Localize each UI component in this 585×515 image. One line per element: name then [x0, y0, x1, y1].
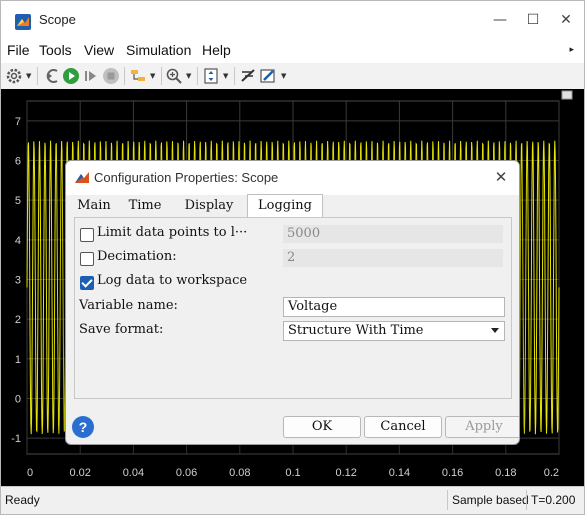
- title-bar: Scope — ☐ ✕: [1, 1, 584, 39]
- status-text: Ready: [5, 493, 40, 507]
- matlab-icon: [75, 172, 89, 183]
- x-tick-label: 0.1: [285, 467, 300, 479]
- minimize-button[interactable]: —: [488, 9, 512, 31]
- time-indicator: T=0.200: [526, 490, 575, 510]
- logging-panel: Limit data points to l··· 5000 Decimatio…: [74, 217, 512, 399]
- help-button[interactable]: ?: [72, 416, 94, 438]
- toolbar-separator: [197, 67, 198, 85]
- x-tick-label: 0.02: [69, 467, 90, 479]
- menu-help[interactable]: Help: [202, 42, 231, 58]
- tab-time[interactable]: Time: [122, 195, 168, 217]
- step-forward-icon[interactable]: [82, 67, 100, 85]
- scale-axes-dropdown-icon[interactable]: ▼: [223, 72, 228, 80]
- save-format-value: Structure With Time: [288, 323, 424, 338]
- x-tick-label: 0.18: [495, 467, 516, 479]
- apply-button[interactable]: Apply: [445, 416, 519, 438]
- x-tick-label: 0: [27, 467, 33, 479]
- cursor-measure-icon[interactable]: [239, 67, 257, 85]
- tab-display[interactable]: Display: [174, 195, 244, 217]
- log-data-label: Log data to workspace: [97, 273, 248, 288]
- stop-icon[interactable]: [102, 67, 120, 85]
- dialog-close-button[interactable]: ✕: [491, 167, 511, 187]
- decimation-checkbox[interactable]: [80, 252, 94, 266]
- close-button[interactable]: ✕: [554, 9, 578, 31]
- limit-data-points-field: 5000: [283, 225, 503, 243]
- cancel-button[interactable]: Cancel: [364, 416, 442, 438]
- y-tick-label: 7: [15, 116, 21, 128]
- maximize-button[interactable]: ☐: [521, 9, 545, 31]
- gear-icon[interactable]: [5, 67, 23, 85]
- x-tick-label: 0.16: [442, 467, 463, 479]
- configuration-dialog: Configuration Properties: Scope ✕ Main T…: [65, 160, 520, 445]
- y-tick-label: 0: [15, 393, 21, 405]
- limit-data-points-label: Limit data points to l···: [97, 225, 248, 240]
- menu-file[interactable]: File: [7, 42, 30, 58]
- highlight-dropdown-icon[interactable]: ▼: [150, 72, 155, 80]
- highlight-icon[interactable]: [129, 67, 147, 85]
- expand-legend-icon[interactable]: [561, 90, 573, 100]
- matlab-icon: [15, 14, 31, 30]
- menu-bar: File Tools View Simulation Help ▸: [1, 39, 584, 63]
- variable-name-label: Variable name:: [79, 298, 178, 313]
- y-tick-label: 2: [15, 314, 21, 326]
- ok-button[interactable]: OK: [283, 416, 361, 438]
- variable-name-input[interactable]: Voltage: [283, 297, 505, 317]
- sample-mode-indicator: Sample based: [447, 490, 529, 510]
- x-tick-label: 0.08: [229, 467, 250, 479]
- dialog-title: Configuration Properties: Scope: [94, 170, 279, 185]
- toolbar-separator: [37, 67, 38, 85]
- menu-simulation[interactable]: Simulation: [126, 42, 191, 58]
- x-tick-label: 0.04: [123, 467, 144, 479]
- dialog-title-bar: Configuration Properties: Scope ✕: [66, 161, 519, 195]
- x-tick-label: 0.14: [389, 467, 410, 479]
- scale-axes-icon[interactable]: [202, 67, 220, 85]
- x-tick-label: 0.06: [176, 467, 197, 479]
- status-bar: Ready Sample based T=0.200: [1, 486, 584, 514]
- stop-back-icon[interactable]: [42, 67, 60, 85]
- y-tick-label: 1: [15, 354, 21, 366]
- gear-dropdown-icon[interactable]: ▼: [26, 72, 31, 80]
- x-tick-label: 0.12: [335, 467, 356, 479]
- save-format-select[interactable]: Structure With Time: [283, 321, 505, 341]
- decimation-label: Decimation:: [97, 249, 177, 264]
- scope-window: Scope — ☐ ✕ File Tools View Simulation H…: [0, 0, 585, 515]
- save-format-label: Save format:: [79, 322, 164, 337]
- toolbar-separator: [161, 67, 162, 85]
- zoom-icon[interactable]: [165, 67, 183, 85]
- limit-data-points-checkbox[interactable]: [80, 228, 94, 242]
- y-tick-label: 5: [15, 195, 21, 207]
- zoom-dropdown-icon[interactable]: ▼: [186, 72, 191, 80]
- menu-overflow-icon[interactable]: ▸: [569, 45, 574, 55]
- y-tick-label: 3: [15, 274, 21, 286]
- y-tick-label: 4: [15, 235, 21, 247]
- x-tick-label: 0.2: [544, 467, 559, 479]
- toolbar-separator: [124, 67, 125, 85]
- tab-main[interactable]: Main: [72, 195, 116, 217]
- y-tick-label: -1: [11, 433, 21, 445]
- style-icon[interactable]: [259, 67, 277, 85]
- toolbar-separator: [234, 67, 235, 85]
- style-dropdown-icon[interactable]: ▼: [281, 72, 286, 80]
- menu-tools[interactable]: Tools: [39, 42, 72, 58]
- log-data-checkbox[interactable]: [80, 276, 94, 290]
- decimation-field: 2: [283, 249, 503, 267]
- chevron-down-icon: [491, 328, 499, 333]
- menu-view[interactable]: View: [84, 42, 114, 58]
- toolbar: ▼ ▼ ▼ ▼ ▼: [1, 63, 584, 90]
- run-icon[interactable]: [62, 67, 80, 85]
- y-tick-label: 6: [15, 155, 21, 167]
- tab-logging[interactable]: Logging: [247, 194, 323, 219]
- window-title: Scope: [39, 12, 76, 27]
